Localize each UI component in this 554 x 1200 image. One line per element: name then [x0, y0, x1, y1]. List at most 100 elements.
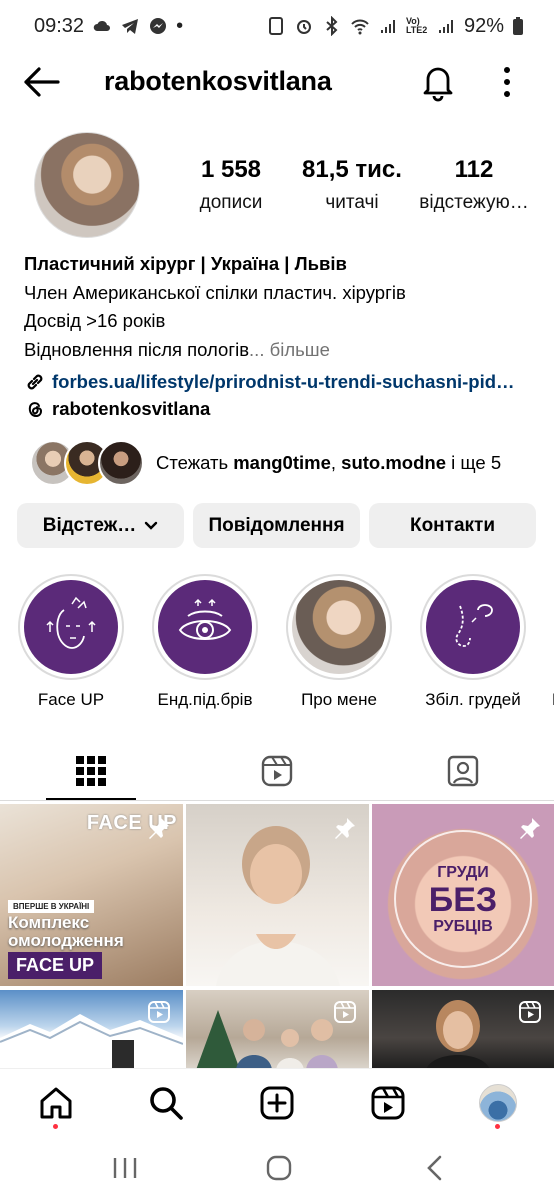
message-button[interactable]: Повідомлення	[193, 503, 360, 548]
tile-title-line-2: омолодження	[8, 931, 124, 950]
nav-profile[interactable]	[478, 1083, 518, 1129]
stat-followers[interactable]: 81,5 тис. читачі	[292, 156, 412, 214]
wifi-icon	[351, 19, 369, 35]
page-title: rabotenkosvitlana	[104, 66, 332, 96]
signal-icon	[380, 20, 395, 33]
pin-icon	[335, 818, 355, 839]
following-button[interactable]: Відстеж…	[17, 503, 184, 548]
nav-search[interactable]	[146, 1083, 186, 1123]
story-highlights: Face UP Енд.під.брів Про мене Збіл. груд…	[16, 574, 554, 714]
highlight-ring	[286, 574, 392, 680]
chevron-down-icon	[145, 521, 158, 530]
link-icon	[27, 374, 43, 390]
battery-icon	[513, 17, 523, 35]
nav-reels[interactable]	[368, 1083, 408, 1123]
tab-tagged[interactable]	[418, 742, 508, 800]
reel-icon	[148, 1001, 170, 1023]
nfc-icon	[268, 17, 283, 35]
recent-apps-icon[interactable]	[110, 1154, 140, 1182]
nav-home[interactable]	[36, 1083, 76, 1129]
reels-icon	[371, 1086, 405, 1120]
highlight-about-me[interactable]: Про мене	[284, 574, 394, 710]
tile-badge: ВПЕРШЕ В УКРАЇНІ	[8, 900, 95, 913]
highlight-photo	[292, 580, 386, 674]
profile-bio: Пластичний хірург | Україна | Львів Член…	[24, 250, 534, 397]
tile-title-line-1: Комплекс	[8, 913, 90, 932]
followed-name-1: mang0time	[233, 452, 331, 473]
bio-more-link[interactable]: ... більше	[249, 339, 330, 360]
profile-header: rabotenkosvitlana	[0, 56, 554, 108]
status-more-dot: •	[176, 14, 184, 37]
followed-by-row[interactable]: Стежать mang0time, suto.modne і ще 5	[30, 440, 501, 486]
profile-avatar[interactable]	[34, 132, 140, 238]
nav-create[interactable]	[257, 1083, 297, 1123]
plus-square-icon	[260, 1086, 294, 1120]
highlight-label: Face UP	[37, 690, 105, 709]
pin-icon	[149, 818, 169, 839]
bio-website-link[interactable]: forbes.ua/lifestyle/prirodnist-u-trendi-…	[24, 368, 534, 397]
post-tile[interactable]	[0, 990, 183, 1070]
signal-icon-2	[438, 20, 453, 33]
following-button-label: Відстеж…	[42, 514, 137, 536]
status-time: 09:32	[34, 14, 85, 37]
reel-icon	[519, 1001, 541, 1023]
bluetooth-icon	[326, 16, 338, 36]
reels-icon	[261, 755, 293, 787]
post-tile[interactable]	[372, 990, 554, 1070]
contacts-button-label: Контакти	[409, 514, 496, 536]
highlight-cover	[158, 580, 252, 674]
highlight-ring	[152, 574, 258, 680]
search-icon	[150, 1087, 183, 1120]
tab-reels[interactable]	[232, 742, 322, 800]
messenger-icon	[150, 18, 167, 34]
bio-line-3-row: Відновлення після пологів... більше	[24, 336, 534, 365]
back-arrow-icon[interactable]	[22, 64, 60, 100]
battery-percent: 92%	[463, 14, 504, 37]
highlight-label: Енд.під.брів	[157, 690, 253, 709]
highlight-breast-aug[interactable]: Збіл. грудей	[418, 574, 528, 710]
tab-posts-grid[interactable]	[46, 742, 136, 800]
highlight-face-up[interactable]: Face UP	[16, 574, 126, 710]
more-options-icon[interactable]	[496, 64, 518, 100]
followed-name-2: suto.modne	[341, 452, 447, 473]
post-tile[interactable]: ГРУДИ БЕЗ РУБЦІВ	[372, 804, 554, 986]
followed-prefix: Стежать	[156, 452, 234, 473]
bio-line-3: Відновлення після пологів	[24, 338, 250, 360]
contacts-button[interactable]: Контакти	[369, 503, 536, 548]
bell-icon[interactable]	[420, 62, 456, 102]
followers-count: 81,5 тис.	[302, 156, 402, 183]
posts-label: дописи	[199, 192, 263, 213]
face-lift-icon	[46, 596, 96, 649]
post-tile[interactable]: FACE UP ВПЕРШЕ В УКРАЇНІ Комплекс омолодж…	[0, 804, 183, 986]
followers-label: читачі	[325, 192, 379, 213]
highlight-label: Про мене	[301, 690, 377, 709]
breast-icon	[455, 604, 493, 647]
threads-icon	[28, 402, 43, 418]
profile-avatar-small	[479, 1084, 517, 1122]
profile-tabs	[0, 742, 554, 802]
back-chevron-icon[interactable]	[420, 1154, 450, 1182]
followed-by-text: Стежать mang0time, suto.modne і ще 5	[156, 452, 501, 474]
post-tile[interactable]	[186, 804, 369, 986]
tile-text-line-1: ГРУДИ	[437, 864, 489, 881]
tile-text: ГРУДИ БЕЗ РУБЦІВ	[372, 864, 554, 936]
profile-actions: Відстеж… Повідомлення Контакти	[17, 503, 536, 548]
highlight-brow-lift[interactable]: Енд.під.брів	[150, 574, 260, 710]
system-navigation	[0, 1134, 554, 1200]
follower-avatar	[98, 440, 144, 486]
tabs-divider	[0, 800, 554, 801]
pin-icon	[520, 818, 540, 839]
followed-sep: ,	[330, 452, 342, 473]
highlight-ring	[420, 574, 526, 680]
highlight-ring	[18, 574, 124, 680]
home-icon	[40, 1087, 72, 1119]
following-label: відстежую…	[419, 192, 529, 213]
home-button-icon[interactable]	[264, 1154, 294, 1182]
threads-link[interactable]: rabotenkosvitlana	[24, 398, 210, 420]
stat-posts[interactable]: 1 558 дописи	[184, 156, 278, 214]
stat-following[interactable]: 112 відстежую…	[414, 156, 534, 214]
post-tile[interactable]	[186, 990, 369, 1070]
tile-text-line-2: БЕЗ	[428, 881, 498, 919]
tagged-person-icon	[447, 755, 479, 787]
bio-name: Пластичний хірург | Україна | Львів	[24, 253, 347, 274]
